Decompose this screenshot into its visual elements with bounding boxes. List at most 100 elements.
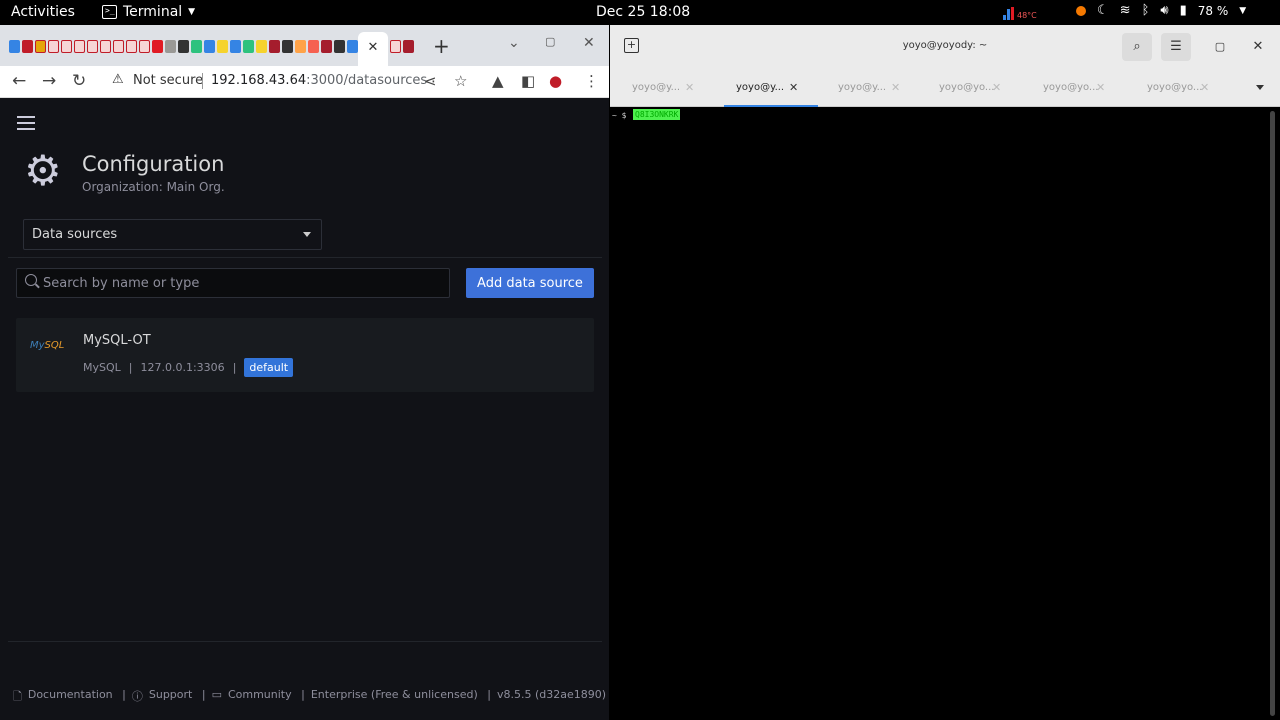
chevron-down-icon: ▼ xyxy=(1239,5,1247,16)
footer-separator: | xyxy=(198,688,206,701)
highlighted-command: Q8I3ONKRK xyxy=(633,109,681,120)
tabs-dropdown-icon[interactable] xyxy=(1256,85,1264,90)
logo-text-b: SQL xyxy=(44,340,65,351)
footer-support-link[interactable]: Support xyxy=(149,688,192,707)
add-data-source-button[interactable]: Add data source xyxy=(466,268,594,298)
not-secure-label[interactable]: Not secure xyxy=(133,73,203,88)
back-arrow-icon[interactable]: ← xyxy=(12,71,26,91)
terminal-window: + yoyo@yoyody: ~ ⌕ ☰ ▢ ✕ yoyo@y... ✕ yoyo… xyxy=(610,25,1280,720)
warning-icon[interactable]: ⚠ xyxy=(112,72,124,87)
footer-version[interactable]: v8.5.5 (d32ae1890) xyxy=(497,688,606,707)
default-badge: default xyxy=(244,358,294,377)
app-menu[interactable]: >_ Terminal ▼ xyxy=(102,4,195,20)
system-tray[interactable]: ☾ ≋ ᛒ 🔊︎ ▮ 78 % ▼ xyxy=(1076,3,1246,18)
terminal-tab-label: yoyo@yo... xyxy=(1147,82,1203,93)
datasource-type: MySQL xyxy=(83,361,121,374)
footer-separator: | xyxy=(297,688,305,701)
shell-prompt: ~ $ xyxy=(612,111,627,120)
page-title: Configuration xyxy=(82,152,225,176)
terminal-tab[interactable]: yoyo@yo... ✕ xyxy=(1021,69,1125,107)
footer-edition-link[interactable]: Enterprise (Free & unlicensed) xyxy=(311,688,478,707)
wifi-icon: ≋ xyxy=(1119,3,1131,18)
terminal-tab-bar: yoyo@y... ✕ yoyo@y... ✕ yoyo@y... ✕ yoyo@yo… xyxy=(610,69,1280,107)
footer-community-link[interactable]: Community xyxy=(228,688,292,707)
app-name: Terminal xyxy=(123,4,183,20)
terminal-tab-active[interactable]: yoyo@y... ✕ xyxy=(714,69,818,107)
notification-dot-icon xyxy=(1076,5,1086,16)
close-tab-icon[interactable]: ✕ xyxy=(992,81,1001,94)
search-icon xyxy=(25,274,37,286)
reload-icon[interactable]: ↻ xyxy=(72,71,86,91)
gnome-top-bar: Activities >_ Terminal ▼ Dec 25 18:08 48… xyxy=(0,0,1280,25)
terminal-tab-label: yoyo@yo... xyxy=(1043,82,1099,93)
caret-down-icon xyxy=(303,232,311,237)
close-tab-icon[interactable]: ✕ xyxy=(1096,81,1105,94)
datasource-address: 127.0.0.1:3306 xyxy=(140,361,225,374)
content-bottom-divider xyxy=(8,641,602,642)
forward-arrow-icon[interactable]: → xyxy=(42,71,56,91)
datasource-meta: MySQL | 127.0.0.1:3306 | default xyxy=(83,358,294,377)
share-icon[interactable]: ⋖ xyxy=(424,72,437,90)
menu-icon[interactable] xyxy=(17,116,35,134)
browser-window: ✕ + ⌄ ▢ ✕ ← → ↻ ⚠ Not secure 192.168.43.… xyxy=(0,25,609,720)
maximize-icon[interactable]: ▢ xyxy=(1205,33,1235,61)
activities-button[interactable]: Activities xyxy=(11,4,75,20)
url-host: 192.168.43.64 xyxy=(211,73,307,88)
side-panel-icon[interactable]: ◧ xyxy=(521,72,535,90)
address-bar[interactable]: 192.168.43.64:3000/datasources xyxy=(211,73,427,88)
close-tab-icon[interactable]: ✕ xyxy=(891,81,900,94)
volume-icon: 🔊︎ xyxy=(1160,3,1169,18)
chevron-down-icon: ▼ xyxy=(188,7,196,17)
terminal-tab[interactable]: yoyo@y... ✕ xyxy=(610,69,714,107)
mysql-logo-icon: MySQL xyxy=(30,340,64,351)
terminal-header-bar: + yoyo@yoyody: ~ ⌕ ☰ ▢ ✕ xyxy=(610,25,1280,69)
bookmark-star-icon[interactable]: ☆ xyxy=(454,72,467,90)
close-icon[interactable]: ✕ xyxy=(1243,33,1273,61)
search-input[interactable] xyxy=(43,269,443,297)
header-divider xyxy=(8,257,602,258)
search-box[interactable] xyxy=(16,268,450,298)
comments-icon: ▭ xyxy=(211,688,222,701)
close-tab-icon[interactable]: ✕ xyxy=(685,81,694,94)
terminal-tab[interactable]: yoyo@yo... ✕ xyxy=(1125,69,1229,107)
terminal-tab[interactable]: yoyo@yo... ✕ xyxy=(917,69,1021,107)
grafana-page: ⚙ Configuration Organization: Main Org. … xyxy=(0,98,609,720)
active-tab-close[interactable]: ✕ xyxy=(358,32,388,66)
meta-separator: | xyxy=(232,361,237,374)
search-icon[interactable]: ⌕ xyxy=(1122,33,1152,61)
terminal-tab-label: yoyo@yo... xyxy=(939,82,995,93)
bluetooth-icon: ᛒ xyxy=(1141,3,1150,18)
more-menu-icon[interactable]: ⋮ xyxy=(584,72,599,90)
terminal-output[interactable]: ~ $ Q8I3ONKRK xyxy=(610,107,1268,720)
datasource-card[interactable]: MySQL MySQL-OT MySQL | 127.0.0.1:3306 | … xyxy=(16,318,594,392)
temperature-indicator[interactable]: 48°C xyxy=(1003,6,1037,20)
footer: 🗋︎ Documentation | ⓘ Support | ▭ Communi… xyxy=(13,688,606,707)
datasource-name: MySQL-OT xyxy=(83,333,151,348)
pinned-tab-favicons[interactable] xyxy=(9,40,371,53)
battery-percent: 78 % xyxy=(1197,3,1229,18)
battery-icon: ▮ xyxy=(1179,3,1187,18)
section-select[interactable]: Data sources xyxy=(23,219,322,250)
temperature-value: 48°C xyxy=(1017,11,1037,20)
tab-search-icon[interactable]: ⌄ xyxy=(508,35,520,51)
terminal-tab[interactable]: yoyo@y... ✕ xyxy=(816,69,920,107)
night-light-icon: ☾ xyxy=(1097,3,1109,18)
document-icon: 🗋︎ xyxy=(13,690,22,703)
close-tab-icon[interactable]: ✕ xyxy=(1200,81,1209,94)
profile-avatar-icon[interactable]: ● xyxy=(549,72,562,90)
terminal-scrollbar[interactable] xyxy=(1270,111,1275,716)
close-tab-icon[interactable]: ✕ xyxy=(789,81,798,94)
extension-flask-icon[interactable]: ▲ xyxy=(492,72,504,90)
terminal-tab-label: yoyo@y... xyxy=(632,82,681,93)
tab-favicons[interactable] xyxy=(390,40,414,53)
close-window-icon[interactable]: ✕ xyxy=(583,35,595,51)
page-subtitle: Organization: Main Org. xyxy=(82,180,225,194)
footer-documentation-link[interactable]: Documentation xyxy=(28,688,113,707)
maximize-icon[interactable]: ▢ xyxy=(545,35,555,48)
clock[interactable]: Dec 25 18:08 xyxy=(596,4,690,20)
logo-text-a: My xyxy=(30,340,45,351)
terminal-tab-label: yoyo@y... xyxy=(838,82,887,93)
new-tab-button[interactable]: + xyxy=(433,34,450,58)
close-icon[interactable]: ✕ xyxy=(368,40,379,55)
hamburger-menu-icon[interactable]: ☰ xyxy=(1161,33,1191,61)
